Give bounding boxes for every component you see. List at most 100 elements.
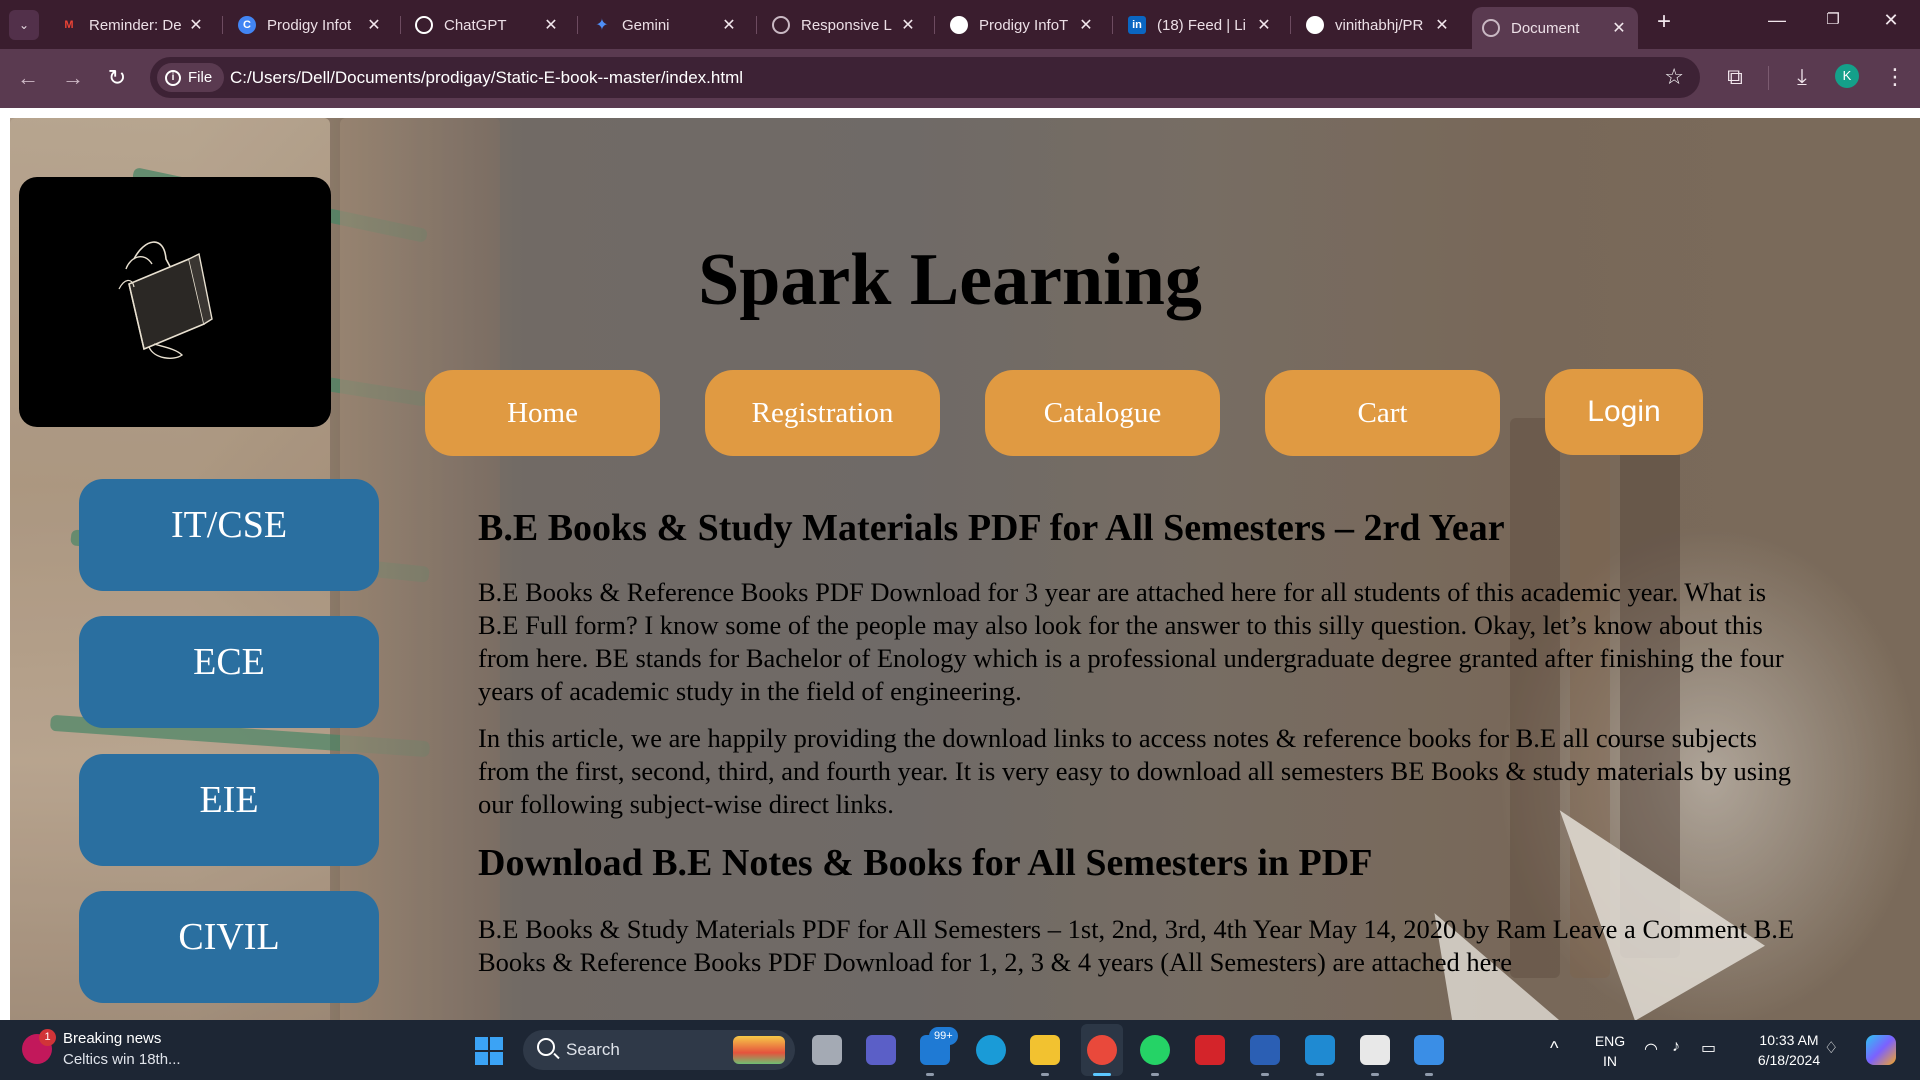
notification-bell-icon[interactable]: ♢ — [1824, 1038, 1838, 1058]
news-title[interactable]: Breaking news — [63, 1030, 161, 1047]
news-badge: 1 — [39, 1029, 56, 1046]
volume-icon[interactable]: ♪ — [1672, 1038, 1680, 1056]
new-tab-button[interactable]: + — [1652, 10, 1676, 35]
acrobat-icon[interactable] — [1195, 1035, 1225, 1065]
running-indicator — [1316, 1073, 1324, 1076]
tab-title: Prodigy Infot — [267, 16, 352, 34]
window-close-icon[interactable]: ✕ — [1868, 10, 1914, 31]
back-icon[interactable]: ← — [14, 64, 42, 92]
close-icon[interactable]: ✕ — [1433, 15, 1451, 35]
tab-gmail[interactable]: M Reminder: De ✕ — [50, 7, 215, 43]
extensions-icon[interactable]: ⧉ — [1720, 64, 1750, 90]
reload-icon[interactable]: ↻ — [103, 64, 131, 92]
running-indicator — [926, 1073, 934, 1076]
restore-icon[interactable]: ❐ — [1810, 10, 1856, 28]
nav-home-button[interactable]: Home — [425, 370, 660, 456]
tab-prodigy[interactable]: C Prodigy Infot ✕ — [228, 7, 393, 43]
address-bar[interactable]: i File C:/Users/Dell/Documents/prodigay/… — [150, 57, 1700, 98]
download-icon[interactable]: ⤓ — [1787, 64, 1817, 90]
site-info-chip[interactable]: i File — [157, 63, 225, 92]
url-text[interactable]: C:/Users/Dell/Documents/prodigay/Static-… — [230, 68, 743, 88]
running-indicator — [1371, 1073, 1379, 1076]
tab-responsive[interactable]: Responsive L ✕ — [762, 7, 927, 43]
taskbar-search[interactable]: Search — [523, 1030, 795, 1070]
nav-login-button[interactable]: Login — [1545, 369, 1703, 455]
close-icon[interactable]: ✕ — [899, 15, 917, 35]
close-icon[interactable]: ✕ — [720, 15, 738, 35]
close-icon[interactable]: ✕ — [1610, 18, 1628, 38]
minimize-icon[interactable]: — — [1754, 10, 1800, 31]
section-heading: B.E Books & Study Materials PDF for All … — [478, 507, 1505, 549]
tab-title: Document — [1511, 19, 1580, 37]
close-icon[interactable]: ✕ — [187, 15, 205, 35]
task-view-icon[interactable] — [812, 1035, 842, 1065]
clock[interactable]: 10:33 AM 6/18/2024 — [1745, 1030, 1833, 1070]
tab-title: ChatGPT — [444, 16, 507, 34]
news-subtitle[interactable]: Celtics win 18th... — [63, 1051, 181, 1068]
time-label: 10:33 AM — [1759, 1032, 1819, 1048]
browser-toolbar: ← → ↻ i File C:/Users/Dell/Documents/pro… — [0, 49, 1920, 108]
reading-book-icon — [118, 241, 213, 359]
dept-eie-button[interactable]: EIE — [79, 754, 379, 866]
edge-icon[interactable] — [976, 1035, 1006, 1065]
snipping-tool-icon[interactable] — [1360, 1035, 1390, 1065]
tab-title: (18) Feed | Li — [1157, 16, 1246, 34]
running-indicator — [1425, 1073, 1433, 1076]
browser-tab-bar: ⌄ M Reminder: De ✕ C Prodigy Infot ✕ Cha… — [0, 0, 1920, 49]
word-icon[interactable] — [1250, 1035, 1280, 1065]
vscode-icon[interactable] — [1305, 1035, 1335, 1065]
language-label: ENG — [1594, 1033, 1626, 1049]
tab-separator — [1112, 16, 1113, 34]
taskbar: 1 Breaking news Celtics win 18th... Sear… — [0, 1020, 1920, 1080]
tab-document[interactable]: Document ✕ — [1472, 7, 1638, 49]
close-icon[interactable]: ✕ — [1077, 15, 1095, 35]
tab-separator — [400, 16, 401, 34]
tab-search-icon[interactable]: ⌄ — [9, 10, 39, 40]
tab-linkedin[interactable]: in (18) Feed | Li ✕ — [1118, 7, 1283, 43]
running-indicator — [1261, 1073, 1269, 1076]
tab-github[interactable]: vinithabhj/PR ✕ — [1296, 7, 1461, 43]
dept-it-cse-button[interactable]: IT/CSE — [79, 479, 379, 591]
tab-title: vinithabhj/PR — [1335, 16, 1424, 34]
copilot-icon[interactable] — [1866, 1035, 1896, 1065]
close-icon[interactable]: ✕ — [365, 15, 383, 35]
nav-cart-button[interactable]: Cart — [1265, 370, 1500, 456]
paragraph: B.E Books & Study Materials PDF for All … — [478, 914, 1795, 977]
close-icon[interactable]: ✕ — [542, 15, 560, 35]
tab-separator — [934, 16, 935, 34]
forward-icon[interactable]: → — [59, 64, 87, 92]
globe-icon — [772, 16, 790, 34]
chatgpt-icon — [415, 16, 433, 34]
windows-start-icon[interactable] — [475, 1037, 503, 1065]
wifi-icon[interactable]: ◠ — [1644, 1039, 1658, 1059]
menu-icon[interactable]: ⋮ — [1880, 64, 1910, 90]
bookmark-star-icon[interactable]: ☆ — [1664, 64, 1684, 90]
nav-registration-button[interactable]: Registration — [705, 370, 940, 456]
close-icon[interactable]: ✕ — [1255, 15, 1273, 35]
tab-prodigy-info[interactable]: Prodigy InfoT ✕ — [940, 7, 1105, 43]
photos-icon[interactable] — [1414, 1035, 1444, 1065]
nav-catalogue-button[interactable]: Catalogue — [985, 370, 1220, 456]
tab-gemini[interactable]: ✦ Gemini ✕ — [583, 7, 748, 43]
search-highlight-art — [733, 1036, 785, 1064]
tab-separator — [222, 16, 223, 34]
dept-civil-button[interactable]: CIVIL — [79, 891, 379, 1003]
dept-ece-button[interactable]: ECE — [79, 616, 379, 728]
chrome-icon[interactable] — [1087, 1035, 1117, 1065]
file-explorer-icon[interactable] — [1030, 1035, 1060, 1065]
region-label: IN — [1603, 1053, 1617, 1069]
tab-chatgpt[interactable]: ChatGPT ✕ — [405, 7, 570, 43]
language-indicator[interactable]: ENG IN — [1592, 1031, 1628, 1071]
running-indicator — [1093, 1073, 1111, 1076]
profile-avatar[interactable]: K — [1835, 64, 1859, 88]
chevron-up-icon[interactable]: ^ — [1550, 1038, 1558, 1059]
globe-icon — [1482, 19, 1500, 37]
toolbar-divider — [1768, 66, 1769, 90]
teams-icon[interactable] — [866, 1035, 896, 1065]
tab-separator — [1290, 16, 1291, 34]
running-indicator — [1041, 1073, 1049, 1076]
whatsapp-icon[interactable] — [1140, 1035, 1170, 1065]
battery-icon[interactable]: ▭ — [1701, 1038, 1716, 1058]
paragraph: In this article, we are happily providin… — [478, 723, 1791, 819]
running-indicator — [1151, 1073, 1159, 1076]
